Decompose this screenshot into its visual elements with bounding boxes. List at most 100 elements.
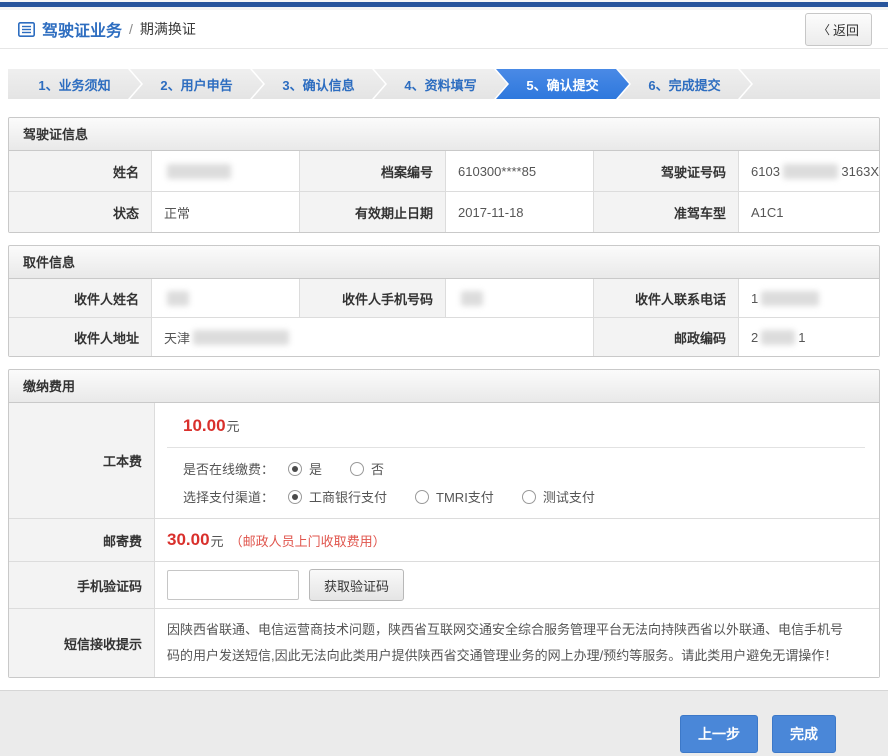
pickup-info-title: 取件信息 xyxy=(9,246,879,279)
back-label: 返回 xyxy=(833,20,859,39)
get-captcha-button[interactable]: 获取验证码 xyxy=(309,569,404,601)
expiry-value: 2017-11-18 xyxy=(445,192,593,232)
fee-label: 工本费 xyxy=(9,403,154,518)
redacted-postcode xyxy=(761,330,795,345)
postage-unit: 元 xyxy=(211,531,224,550)
sms-tip-label: 短信接收提示 xyxy=(9,609,154,677)
page-title: 驾驶证业务 xyxy=(42,17,122,41)
prev-step-button[interactable]: 上一步 xyxy=(680,715,758,753)
recipient-name-value xyxy=(151,279,299,317)
header-breadcrumb: 驾驶证业务 / 期满换证 xyxy=(18,17,196,41)
radio-unselected-icon xyxy=(415,490,429,504)
step-6-finish-submit[interactable]: 6、完成提交 xyxy=(618,69,751,99)
license-business-icon xyxy=(18,21,35,38)
radio-online-no[interactable]: 否 xyxy=(350,459,384,478)
radio-channel-icbc-label: 工商银行支付 xyxy=(309,487,387,506)
captcha-content: 获取验证码 xyxy=(154,562,879,608)
pay-channel-caption: 选择支付渠道： xyxy=(183,487,274,506)
license-no-prefix: 6103 xyxy=(751,164,780,179)
redacted-license-no xyxy=(783,164,838,179)
redacted-recipient-address xyxy=(193,330,289,345)
captcha-row: 手机验证码 获取验证码 xyxy=(9,561,879,608)
postage-value: 30.00元 （邮政人员上门收取费用） xyxy=(154,519,879,561)
online-pay-caption: 是否在线缴费： xyxy=(183,459,274,478)
finish-button[interactable]: 完成 xyxy=(772,715,836,753)
step-4-fill-data[interactable]: 4、资料填写 xyxy=(374,69,507,99)
table-row: 收件人地址 天津 邮政编码 21 xyxy=(9,317,879,356)
recipient-address-label: 收件人地址 xyxy=(9,318,151,356)
fee-content: 10.00元 是否在线缴费： 是 否 选择支付渠道： 工商银行支付 TMRI支付… xyxy=(154,403,879,518)
license-info-section: 驾驶证信息 姓名 档案编号 610300****85 驾驶证号码 6103 316… xyxy=(8,117,880,233)
radio-unselected-icon xyxy=(350,462,364,476)
postage-label: 邮寄费 xyxy=(9,519,154,561)
back-button[interactable]: 〈 返回 xyxy=(805,13,872,46)
radio-channel-test-label: 测试支付 xyxy=(543,487,595,506)
radio-selected-icon xyxy=(288,462,302,476)
recipient-address-prefix: 天津 xyxy=(164,328,190,347)
postage-note: （邮政人员上门收取费用） xyxy=(230,531,386,550)
back-chevron-icon: 〈 xyxy=(818,21,830,38)
radio-channel-tmri-label: TMRI支付 xyxy=(436,487,494,506)
breadcrumb-current: 期满换证 xyxy=(140,19,196,39)
recipient-name-label: 收件人姓名 xyxy=(9,279,151,317)
sms-row: 短信接收提示 因陕西省联通、电信运营商技术问题，陕西省互联网交通安全综合服务管理… xyxy=(9,608,879,677)
vehicle-class-value: A1C1 xyxy=(738,192,879,232)
redacted-recipient-mobile xyxy=(461,291,483,306)
table-row: 收件人姓名 收件人手机号码 收件人联系电话 1 xyxy=(9,279,879,317)
radio-channel-tmri[interactable]: TMRI支付 xyxy=(415,487,494,506)
step-3-confirm-info[interactable]: 3、确认信息 xyxy=(252,69,385,99)
step-1-notice[interactable]: 1、业务须知 xyxy=(8,69,141,99)
step-5-confirm-submit[interactable]: 5、确认提交 xyxy=(496,69,629,99)
payment-section: 缴纳费用 工本费 10.00元 是否在线缴费： 是 否 选择支付渠道： 工商银行… xyxy=(8,369,880,678)
postcode-value: 21 xyxy=(738,318,879,356)
recipient-mobile-value xyxy=(445,279,593,317)
license-no-label: 驾驶证号码 xyxy=(593,151,738,191)
step-2-declaration[interactable]: 2、用户申告 xyxy=(130,69,263,99)
recipient-address-value: 天津 xyxy=(151,318,593,356)
postcode-prefix: 2 xyxy=(751,330,758,345)
redacted-name xyxy=(167,164,231,179)
page-header: 驾驶证业务 / 期满换证 〈 返回 xyxy=(0,10,888,49)
fee-amount-line: 10.00元 xyxy=(167,403,865,448)
license-no-suffix: 3163X xyxy=(841,164,879,179)
archive-no-label: 档案编号 xyxy=(299,151,445,191)
fee-unit: 元 xyxy=(227,419,240,434)
recipient-mobile-label: 收件人手机号码 xyxy=(299,279,445,317)
online-pay-line: 是否在线缴费： 是 否 xyxy=(183,459,879,478)
sms-tip-text: 因陕西省联通、电信运营商技术问题，陕西省互联网交通安全综合服务管理平台无法向持陕… xyxy=(154,609,879,677)
captcha-label: 手机验证码 xyxy=(9,562,154,608)
fee-amount: 10.00 xyxy=(183,416,226,435)
postcode-label: 邮政编码 xyxy=(593,318,738,356)
expiry-label: 有效期止日期 xyxy=(299,192,445,232)
fee-options: 是否在线缴费： 是 否 选择支付渠道： 工商银行支付 TMRI支付 测试支付 xyxy=(167,448,879,518)
table-row: 状态 正常 有效期止日期 2017-11-18 准驾车型 A1C1 xyxy=(9,191,879,232)
name-value xyxy=(151,151,299,191)
captcha-input[interactable] xyxy=(167,570,299,600)
recipient-phone-prefix: 1 xyxy=(751,291,758,306)
breadcrumb-separator: / xyxy=(129,21,133,37)
postage-amount: 30.00 xyxy=(167,530,210,550)
radio-unselected-icon xyxy=(522,490,536,504)
pickup-info-section: 取件信息 收件人姓名 收件人手机号码 收件人联系电话 1 收件人地址 天津 邮政… xyxy=(8,245,880,357)
license-info-title: 驾驶证信息 xyxy=(9,118,879,151)
radio-online-yes-label: 是 xyxy=(309,459,322,478)
postcode-suffix: 1 xyxy=(798,330,805,345)
postage-row: 邮寄费 30.00元 （邮政人员上门收取费用） xyxy=(9,518,879,561)
status-value: 正常 xyxy=(151,192,299,232)
archive-no-value: 610300****85 xyxy=(445,151,593,191)
table-row: 姓名 档案编号 610300****85 驾驶证号码 6103 3163X xyxy=(9,151,879,191)
status-label: 状态 xyxy=(9,192,151,232)
redacted-recipient-name xyxy=(167,291,189,306)
steps-filler xyxy=(740,69,880,99)
name-label: 姓名 xyxy=(9,151,151,191)
recipient-phone-value: 1 xyxy=(738,279,879,317)
redacted-recipient-phone xyxy=(761,291,819,306)
footer-bar: 上一步 完成 xyxy=(0,690,888,756)
radio-online-no-label: 否 xyxy=(371,459,384,478)
pay-channel-line: 选择支付渠道： 工商银行支付 TMRI支付 测试支付 xyxy=(183,487,879,506)
radio-channel-test[interactable]: 测试支付 xyxy=(522,487,595,506)
radio-online-yes[interactable]: 是 xyxy=(288,459,322,478)
radio-channel-icbc[interactable]: 工商银行支付 xyxy=(288,487,387,506)
progress-steps: 1、业务须知 2、用户申告 3、确认信息 4、资料填写 5、确认提交 6、完成提… xyxy=(8,69,880,99)
fee-row: 工本费 10.00元 是否在线缴费： 是 否 选择支付渠道： 工商银行支付 TM… xyxy=(9,403,879,518)
